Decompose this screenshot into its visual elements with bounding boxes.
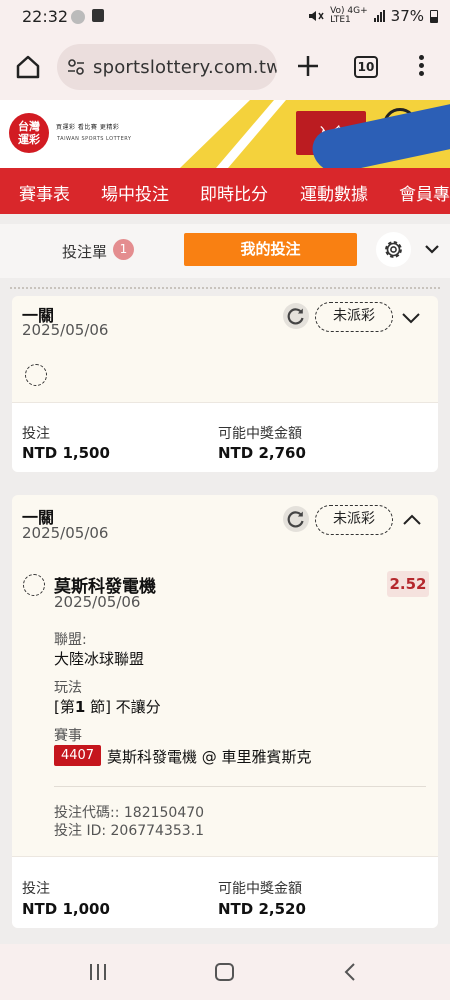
- ticket-notch-right: [441, 278, 450, 294]
- status-time: 22:32: [22, 7, 69, 26]
- bet-date: 2025/05/06: [22, 524, 109, 542]
- market-prefix: [第: [54, 698, 75, 716]
- site-header: 台灣 運彩 買運彩 看比賽 更精彩 TAIWAN SPORTS LOTTERY …: [0, 100, 450, 168]
- main-nav: 賽事表 場中投注 即時比分 運動數據 會員專: [0, 168, 450, 214]
- refresh-icon: [287, 511, 304, 528]
- bet-code: 投注代碼:: 182150470: [54, 805, 205, 821]
- bet-card: 一關 2025/05/06 未派彩 投注 NTD 1,500 可能中獎金額 NT…: [12, 296, 438, 472]
- my-bets-tab[interactable]: 我的投注: [184, 233, 357, 266]
- site-settings-icon[interactable]: [67, 58, 85, 76]
- status-badge: 未派彩: [315, 302, 393, 332]
- market-value: [第1 節] 不讓分: [54, 696, 161, 717]
- selection-status-icon: [23, 574, 45, 596]
- home-button-icon[interactable]: [215, 963, 234, 981]
- chevron-down-icon[interactable]: [424, 241, 440, 257]
- url-text: sportslottery.com.tw: [93, 57, 277, 78]
- stake-label: 投注: [22, 881, 50, 897]
- address-bar[interactable]: sportslottery.com.tw: [57, 44, 277, 90]
- market-label: 玩法: [54, 680, 82, 696]
- betslip-tab[interactable]: 投注單: [62, 241, 107, 262]
- logo-english: TAIWAN SPORTS LOTTERY: [57, 136, 132, 142]
- system-nav-bar: [0, 944, 450, 1000]
- event-id-badge: 4407: [54, 745, 101, 766]
- more-menu-icon[interactable]: [414, 52, 428, 82]
- bet-summary: 投注 NTD 1,000 可能中獎金額 NTD 2,520: [12, 856, 438, 928]
- tab-switcher-button[interactable]: 10: [354, 56, 378, 78]
- nav-item-live-score[interactable]: 即時比分: [200, 180, 268, 205]
- back-icon[interactable]: [343, 962, 357, 982]
- payout-value: NTD 2,760: [218, 444, 306, 462]
- bet-card: 一關 2025/05/06 未派彩 莫斯科發電機 2025/05/06 2.52…: [12, 495, 438, 928]
- market-suffix: 節] 不讓分: [85, 698, 161, 716]
- status-indicators: Vo) 4G+ LTE1 37%: [308, 7, 438, 25]
- payout-value: NTD 2,520: [218, 900, 306, 918]
- gear-icon: [385, 241, 402, 258]
- status-bar: 22:32 Vo) 4G+ LTE1 37%: [0, 0, 450, 34]
- nav-item-sports-data[interactable]: 運動數據: [300, 180, 368, 205]
- market-period: 1: [74, 698, 86, 716]
- battery-percent: 37%: [390, 7, 424, 25]
- stake-value: NTD 1,500: [22, 444, 110, 462]
- payout-label: 可能中獎金額: [218, 881, 302, 897]
- divider: [54, 786, 426, 787]
- status-badge: 未派彩: [315, 505, 393, 535]
- download-notification-icon: [92, 9, 104, 22]
- odds-value: 2.52: [387, 571, 429, 597]
- bet-id: 投注 ID: 206774353.1: [54, 823, 205, 839]
- battery-icon: [430, 9, 438, 23]
- new-tab-icon[interactable]: [295, 53, 321, 79]
- refresh-button[interactable]: [283, 506, 309, 532]
- event-name[interactable]: 莫斯科發電機 @ 車里雅賓斯克: [107, 746, 312, 767]
- league-label: 聯盟:: [54, 632, 87, 648]
- recent-apps-icon[interactable]: [90, 964, 106, 980]
- betslip-count-badge: 1: [113, 239, 134, 260]
- signal-icon: [373, 10, 385, 22]
- chevron-down-icon[interactable]: [400, 307, 422, 329]
- settings-button[interactable]: [376, 232, 411, 267]
- ticket-separator: [10, 287, 440, 289]
- refresh-button[interactable]: [283, 303, 309, 329]
- network-sublabel: LTE1: [330, 15, 351, 25]
- bet-date: 2025/05/06: [22, 321, 109, 339]
- event-label: 賽事: [54, 728, 82, 744]
- ticket-notch-left: [0, 278, 9, 294]
- nav-item-member[interactable]: 會員專: [399, 180, 450, 205]
- bet-panel-header: 投注單 1 我的投注: [0, 224, 450, 278]
- selection-status-icon: [25, 364, 47, 386]
- browser-toolbar: sportslottery.com.tw 10: [0, 34, 450, 100]
- chevron-up-icon[interactable]: [401, 509, 423, 531]
- home-icon[interactable]: [14, 53, 42, 81]
- logo-tagline: 買運彩 看比賽 更精彩: [56, 124, 120, 131]
- stake-label: 投注: [22, 426, 50, 442]
- logo[interactable]: 台灣 運彩: [9, 113, 49, 153]
- bet-summary: 投注 NTD 1,500 可能中獎金額 NTD 2,760: [12, 402, 438, 472]
- payout-label: 可能中獎金額: [218, 426, 302, 442]
- selection-date: 2025/05/06: [54, 593, 141, 611]
- stake-value: NTD 1,000: [22, 900, 110, 918]
- league-value: 大陸冰球聯盟: [54, 650, 145, 668]
- account-notification-icon: [71, 10, 85, 24]
- nav-item-live-betting[interactable]: 場中投注: [101, 180, 169, 205]
- refresh-icon: [287, 308, 304, 325]
- nav-item-schedule[interactable]: 賽事表: [19, 180, 70, 205]
- mute-icon: [309, 11, 324, 21]
- network-type: Vo) 4G+ LTE1: [330, 7, 368, 25]
